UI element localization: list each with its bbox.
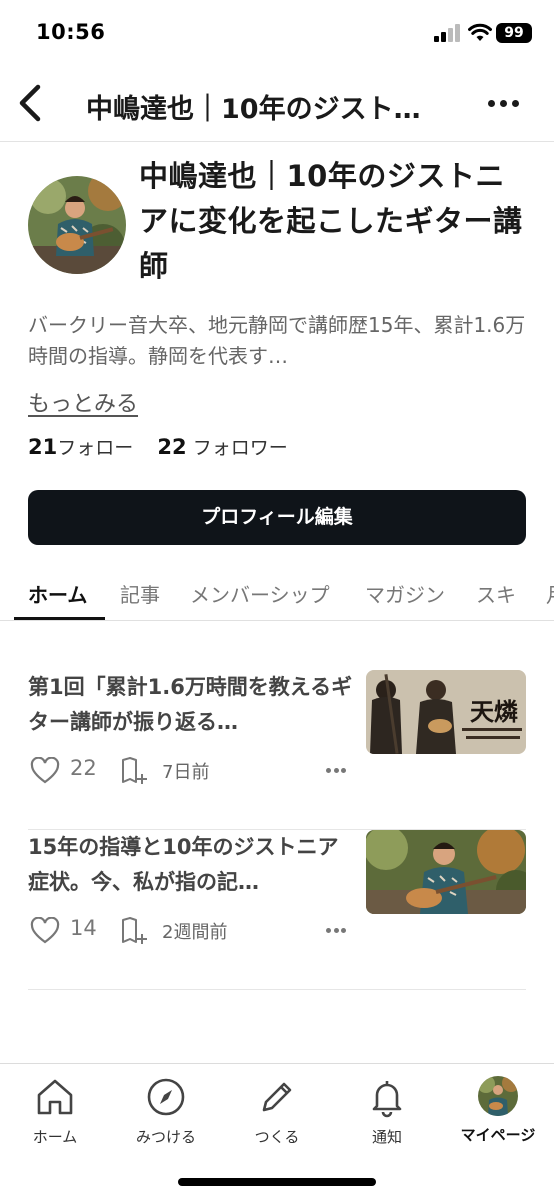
active-tab-indicator [14, 617, 105, 620]
like-count: 22 [70, 756, 97, 780]
avatar [478, 1076, 518, 1116]
followers-stat[interactable]: 22 フォロワー [157, 435, 288, 459]
follow-stats: 21フォロー 22 フォロワー [28, 433, 288, 460]
thumbnail-text: 天燐 [470, 697, 518, 726]
following-stat[interactable]: 21フォロー [28, 435, 134, 459]
article-meta: 22 7日前 [28, 754, 526, 788]
bottom-tab-create[interactable]: つくる [227, 1076, 327, 1156]
tab-articles[interactable]: 記事 [120, 579, 160, 608]
status-time: 10:56 [36, 20, 106, 44]
wifi-icon [468, 23, 492, 41]
bottom-tab-label: 通知 [371, 1128, 402, 1146]
profile-tabs: ホーム 記事 メンバーシップ マガジン スキ 月 [0, 565, 554, 621]
more-options-icon[interactable] [488, 99, 522, 109]
profile-name: 中嶋達也｜10年のジストニアに変化を起こしたギター講師 [139, 159, 523, 283]
cellular-signal-icon [434, 24, 460, 42]
article-title: 15年の指導と10年のジストニア症状。今、私が指の記… [28, 835, 339, 894]
article-meta: 14 2週間前 [28, 914, 526, 948]
like-count: 14 [70, 916, 97, 940]
bottom-tab-notifications[interactable]: 通知 [337, 1076, 437, 1156]
tab-membership[interactable]: メンバーシップ [190, 579, 330, 608]
add-to-magazine-icon[interactable] [120, 756, 150, 786]
tab-magazine[interactable]: マガジン [365, 579, 445, 608]
bottom-tab-home[interactable]: ホーム [5, 1076, 105, 1156]
article-item[interactable]: 第1回「累計1.6万時間を教えるギター講師が振り返る… 天燐 22 7日前 [28, 670, 526, 830]
battery-icon: 99 [496, 23, 532, 43]
profile-avatar[interactable] [28, 176, 126, 274]
see-more-link[interactable]: もっとみる [28, 386, 138, 418]
bottom-tab-label: みつける [135, 1128, 196, 1146]
compass-icon [147, 1078, 185, 1116]
tab-likes[interactable]: スキ [476, 579, 516, 608]
bottom-tab-discover[interactable]: みつける [116, 1076, 216, 1156]
home-icon [37, 1079, 73, 1115]
add-to-magazine-icon[interactable] [120, 916, 150, 946]
status-bar: 10:56 99 [0, 0, 554, 66]
tab-home[interactable]: ホーム [28, 579, 87, 608]
following-count: 21 [28, 435, 58, 459]
following-label: フォロー [57, 437, 134, 459]
article-menu-icon[interactable] [326, 928, 346, 934]
bottom-tab-mypage[interactable]: マイページ [448, 1076, 548, 1156]
article-title: 第1回「累計1.6万時間を教えるギター講師が振り返る… [28, 675, 353, 734]
bottom-tab-label: マイページ [460, 1126, 536, 1144]
followers-label: フォロワー [192, 437, 288, 459]
bell-icon [372, 1081, 402, 1118]
profile-bio: バークリー音大卒、地元静岡で講師歴15年、累計1.6万時間の指導。静岡を代表す… [28, 313, 526, 368]
article-date: 2週間前 [162, 922, 228, 943]
article-menu-icon[interactable] [326, 768, 346, 774]
article-thumbnail [366, 830, 526, 914]
article-date: 7日前 [162, 762, 210, 783]
heart-icon[interactable] [30, 917, 60, 945]
edit-profile-button[interactable]: プロフィール編集 [28, 490, 526, 545]
followers-count: 22 [157, 435, 187, 459]
article-item[interactable]: 15年の指導と10年のジストニア症状。今、私が指の記… 14 2週間前 [28, 830, 526, 990]
bottom-tab-label: つくる [254, 1128, 300, 1146]
nav-bar: 中嶋達也｜10年のジスト… [0, 66, 554, 142]
tab-more[interactable]: 月 [546, 579, 554, 608]
home-indicator [178, 1178, 376, 1186]
article-thumbnail: 天燐 [366, 670, 526, 754]
pencil-icon [262, 1082, 292, 1112]
heart-icon[interactable] [30, 757, 60, 785]
back-icon[interactable] [14, 83, 48, 123]
bottom-tab-label: ホーム [32, 1128, 78, 1146]
nav-title: 中嶋達也｜10年のジスト… [86, 94, 421, 125]
